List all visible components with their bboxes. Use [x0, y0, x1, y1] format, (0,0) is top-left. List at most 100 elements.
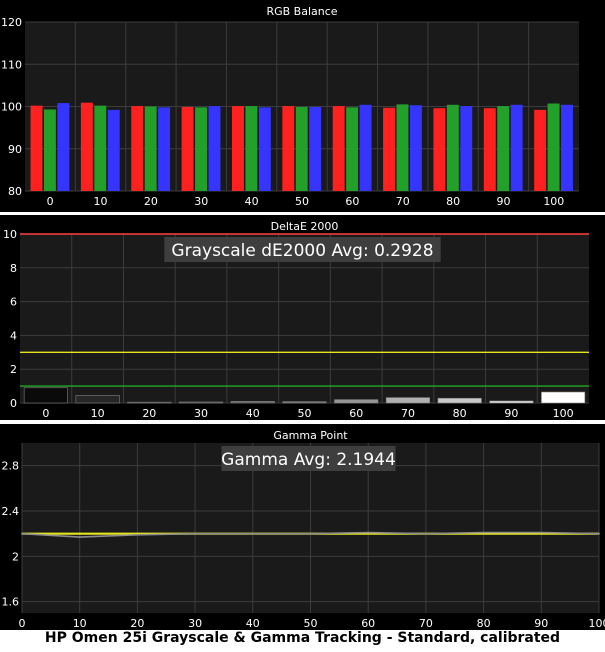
- y-tick-label: 2: [10, 363, 17, 376]
- bar-green-70: [396, 104, 409, 191]
- x-tick-label: 70: [401, 407, 415, 420]
- bar-blue-70: [409, 105, 422, 191]
- x-tick-label: 60: [349, 407, 363, 420]
- bar-deltae-0: [23, 387, 68, 404]
- data-point: [367, 531, 370, 534]
- data-point: [21, 532, 23, 535]
- x-tick-label: 70: [396, 195, 410, 208]
- x-tick-label: 20: [130, 617, 144, 630]
- data-point: [78, 536, 81, 538]
- x-tick-label: 0: [42, 407, 49, 420]
- bar-red-100: [534, 109, 547, 191]
- bar-green-80: [446, 104, 459, 191]
- bar-blue-40: [258, 107, 271, 191]
- y-tick-label: 0: [10, 397, 17, 410]
- y-tick-label: 80: [8, 185, 22, 198]
- bar-deltae-70: [385, 397, 430, 404]
- bar-green-10: [94, 105, 107, 191]
- bar-blue-100: [561, 104, 573, 191]
- annotation-label: Gamma Avg: 2.1944: [221, 450, 396, 470]
- x-tick-label: 0: [47, 195, 54, 208]
- data-point: [78, 532, 81, 535]
- x-tick-label: 30: [194, 195, 208, 208]
- bar-deltae-10: [75, 395, 120, 404]
- bar-blue-90: [510, 104, 523, 191]
- chart-area: RGB Balance80901001101200 10 20 30 40 50 60 70 8…: [0, 0, 605, 630]
- chart-title: DeltaE 2000: [271, 220, 339, 233]
- figure-caption: HP Omen 25i Grayscale & Gamma Tracking -…: [44, 630, 561, 646]
- x-tick-label: 50: [298, 407, 312, 420]
- bar-green-90: [497, 106, 510, 191]
- y-tick-label: 6: [10, 296, 17, 309]
- x-tick-label: 70: [419, 617, 433, 630]
- bar-red-30: [181, 106, 194, 191]
- bar-deltae-50: [282, 401, 327, 404]
- x-tick-label: 80: [446, 195, 460, 208]
- bar-green-40: [245, 106, 258, 191]
- x-tick-label: 20: [144, 195, 158, 208]
- bar-green-50: [295, 106, 308, 191]
- data-point: [136, 534, 139, 536]
- bar-deltae-100: [541, 391, 586, 404]
- bar-blue-10: [107, 109, 120, 191]
- x-tick-label: 10: [94, 195, 108, 208]
- bar-red-90: [483, 108, 496, 191]
- x-tick-label: 40: [245, 195, 259, 208]
- bar-red-80: [433, 108, 446, 191]
- bar-deltae-80: [437, 397, 482, 404]
- bar-red-0: [30, 105, 43, 191]
- bar-blue-60: [359, 104, 372, 191]
- x-tick-label: 40: [246, 617, 260, 630]
- x-tick-label: 50: [304, 617, 318, 630]
- y-tick-label: 2: [12, 550, 19, 563]
- bar-deltae-30: [179, 401, 224, 404]
- bar-red-70: [383, 107, 396, 191]
- bar-red-60: [332, 106, 345, 191]
- x-tick-label: 100: [543, 195, 564, 208]
- data-point: [252, 532, 254, 535]
- data-point: [194, 532, 196, 535]
- bar-green-60: [346, 107, 359, 191]
- data-point: [540, 531, 543, 534]
- bar-blue-80: [460, 106, 473, 191]
- bar-deltae-40: [230, 401, 275, 404]
- y-tick-label: 8: [10, 262, 17, 275]
- x-tick-label: 60: [345, 195, 359, 208]
- data-point: [482, 531, 485, 534]
- x-tick-label: 50: [295, 195, 309, 208]
- bar-red-50: [282, 106, 295, 191]
- bar-red-40: [231, 106, 244, 191]
- bar-deltae-90: [489, 400, 534, 404]
- y-tick-label: 4: [10, 329, 17, 342]
- x-tick-label: 40: [246, 407, 260, 420]
- bar-deltae-20: [127, 401, 172, 404]
- data-point: [598, 532, 600, 535]
- y-tick-label: 10: [3, 228, 17, 241]
- bar-green-100: [547, 103, 560, 191]
- data-point: [309, 532, 312, 535]
- x-tick-label: 100: [553, 407, 574, 420]
- x-tick-label: 80: [477, 617, 491, 630]
- chart-title: Gamma Point: [273, 429, 348, 442]
- bar-red-20: [131, 106, 144, 191]
- x-tick-label: 90: [504, 407, 518, 420]
- x-tick-label: 90: [496, 195, 510, 208]
- chart-title: RGB Balance: [266, 5, 337, 18]
- bar-blue-50: [309, 106, 322, 191]
- x-tick-label: 100: [589, 617, 605, 630]
- annotation-label: Grayscale dE2000 Avg: 0.2928: [171, 241, 433, 261]
- bar-deltae-60: [334, 399, 379, 404]
- y-tick-label: 120: [1, 16, 22, 29]
- bar-blue-30: [208, 106, 221, 191]
- bar-red-10: [80, 102, 93, 191]
- x-tick-label: 10: [73, 617, 87, 630]
- bar-green-30: [195, 107, 207, 191]
- bar-blue-20: [158, 107, 171, 191]
- x-tick-label: 60: [361, 617, 375, 630]
- x-tick-label: 0: [19, 617, 26, 630]
- y-tick-label: 2.8: [2, 460, 20, 473]
- x-tick-label: 30: [194, 407, 208, 420]
- x-tick-label: 20: [142, 407, 156, 420]
- y-tick-label: 2.4: [2, 505, 20, 518]
- x-tick-label: 80: [453, 407, 467, 420]
